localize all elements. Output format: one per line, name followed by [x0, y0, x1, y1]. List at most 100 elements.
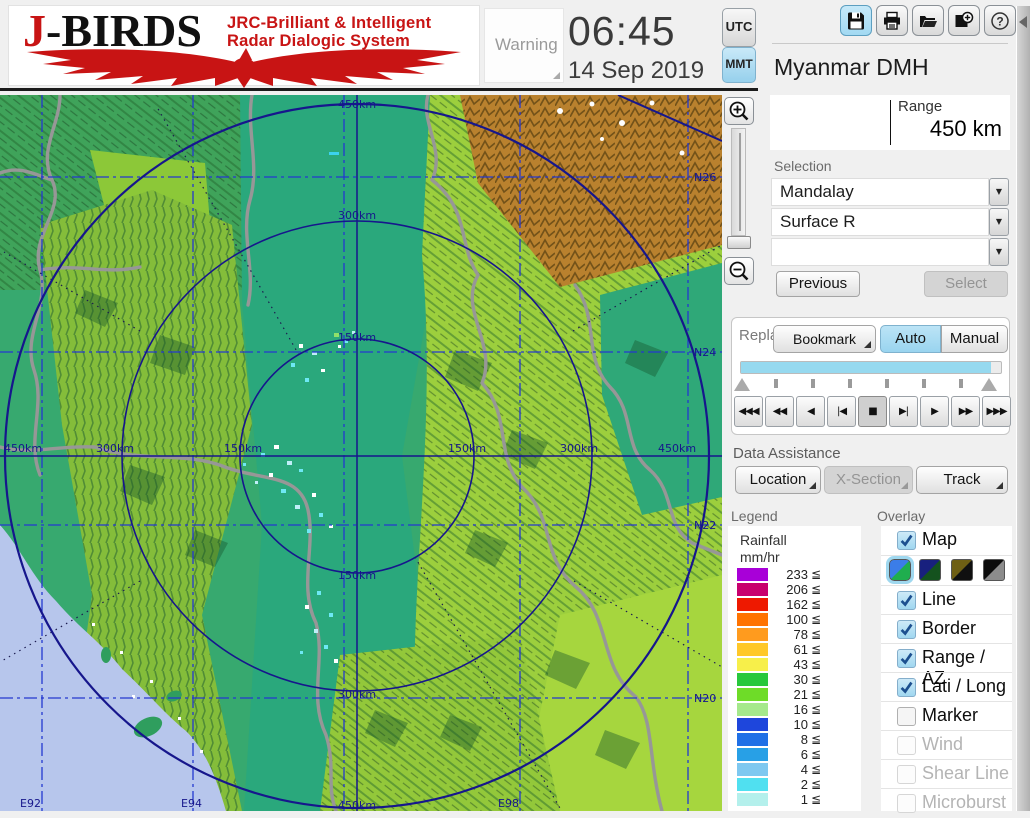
step-forward-button[interactable]: ▶| — [889, 396, 918, 427]
legend-row: 1≦ — [728, 792, 861, 807]
previous-button[interactable]: Previous — [776, 271, 860, 297]
slider-start-marker[interactable] — [734, 378, 750, 391]
legend-row: 43≦ — [728, 657, 861, 672]
track-button[interactable]: Track — [916, 466, 1008, 494]
slider-tick — [774, 379, 778, 388]
legend-title: Rainfall — [740, 532, 787, 548]
location-button[interactable]: Location — [735, 466, 821, 494]
map-style-swatch[interactable] — [889, 559, 911, 581]
auto-button[interactable]: Auto — [880, 325, 941, 353]
color-swatch — [737, 583, 768, 596]
overlay-row-map[interactable]: Map — [881, 526, 1012, 555]
zoom-in-button[interactable] — [724, 97, 754, 125]
legend-row: 61≦ — [728, 642, 861, 657]
rewind-button[interactable]: ◀◀ — [765, 396, 794, 427]
option-combo-arrow[interactable]: ▼ — [989, 238, 1009, 266]
svg-text:150km: 150km — [224, 442, 262, 455]
border-checkbox[interactable] — [897, 620, 916, 639]
xsection-button[interactable]: X-Section — [824, 466, 913, 494]
svg-text:450km: 450km — [338, 98, 376, 111]
svg-text:?: ? — [996, 14, 1003, 28]
slider-end-marker[interactable] — [981, 378, 997, 391]
color-swatch — [737, 778, 768, 791]
header-divider — [0, 88, 758, 91]
replay-slider-fill — [741, 362, 991, 373]
svg-text:300km: 300km — [338, 688, 376, 701]
print-button[interactable] — [876, 5, 908, 36]
clock-time: 06:45 — [568, 8, 676, 55]
range-label: Range — [898, 98, 942, 115]
overlay-row-line[interactable]: Line — [881, 585, 1012, 615]
slider-tick — [811, 379, 815, 388]
rewind-fast-button[interactable]: ◀◀◀ — [734, 396, 763, 427]
legend-row: 16≦ — [728, 702, 861, 717]
overlay-row-border[interactable]: Border — [881, 614, 1012, 644]
slider-tick — [922, 379, 926, 388]
open-button[interactable] — [912, 5, 944, 36]
product-combo[interactable]: Surface R — [771, 208, 989, 236]
svg-text:150km: 150km — [448, 442, 486, 455]
line-checkbox[interactable] — [897, 591, 916, 610]
color-swatch — [737, 793, 768, 806]
radar-map[interactable]: 450km 300km 150km 150km 300km 450km 450k… — [0, 95, 722, 811]
replay-slider[interactable] — [740, 361, 1002, 374]
image-add-button[interactable] — [948, 5, 980, 36]
zoom-slider-handle[interactable] — [727, 236, 751, 249]
color-swatch — [737, 763, 768, 776]
map-style-swatch[interactable] — [919, 559, 941, 581]
site-combo-arrow[interactable]: ▼ — [989, 178, 1009, 206]
color-swatch — [737, 658, 768, 671]
range-az-checkbox[interactable] — [897, 649, 916, 668]
station-name: Myanmar DMH — [774, 54, 929, 81]
help-button[interactable]: ? — [984, 5, 1016, 36]
stop-button[interactable]: ■ — [858, 396, 887, 427]
panel-splitter[interactable] — [1016, 6, 1030, 811]
range-value: 450 km — [890, 116, 1002, 142]
zoom-slider[interactable] — [731, 128, 746, 236]
overlay-row-range-az[interactable]: Range / AZ — [881, 643, 1012, 673]
color-swatch — [737, 643, 768, 656]
jbirds-app: { "header": { "logo": {"brand_j": "J", "… — [0, 0, 1030, 811]
site-combo[interactable]: Mandalay — [771, 178, 989, 206]
map-checkbox[interactable] — [897, 531, 916, 550]
manual-button[interactable]: Manual — [941, 325, 1008, 353]
save-button[interactable] — [840, 5, 872, 36]
warning-panel[interactable]: Warning — [484, 8, 564, 83]
panel-separator — [772, 43, 1008, 44]
select-button[interactable]: Select — [924, 271, 1008, 297]
check-icon — [898, 650, 915, 667]
lati-long-checkbox[interactable] — [897, 678, 916, 697]
step-back-button[interactable]: |◀ — [827, 396, 856, 427]
microburst-checkbox — [897, 794, 916, 813]
forward-button[interactable]: ▶▶ — [951, 396, 980, 427]
zoom-out-button[interactable] — [724, 257, 754, 285]
map-style-swatch[interactable] — [983, 559, 1005, 581]
jbirds-logo: J-BIRDS JRC-Brilliant & Intelligent Rada… — [8, 5, 480, 86]
legend-row: 206≦ — [728, 582, 861, 597]
bookmark-button[interactable]: Bookmark — [773, 325, 876, 353]
legend-label: Legend — [731, 508, 778, 524]
option-combo[interactable] — [771, 238, 989, 266]
zoom-slider-groove — [739, 133, 741, 231]
map-style-swatch[interactable] — [951, 559, 973, 581]
print-icon — [882, 11, 902, 31]
color-swatch — [737, 628, 768, 641]
svg-text:450km: 450km — [658, 442, 696, 455]
utc-button[interactable]: UTC — [722, 8, 756, 47]
forward-fast-button[interactable]: ▶▶▶ — [982, 396, 1011, 427]
mmt-button[interactable]: MMT — [722, 47, 756, 83]
play-back-button[interactable]: ◀ — [796, 396, 825, 427]
legend-row: 30≦ — [728, 672, 861, 687]
play-button[interactable]: ▶ — [920, 396, 949, 427]
collapse-arrow-icon[interactable] — [1019, 16, 1027, 28]
color-swatch — [737, 733, 768, 746]
legend-row: 4≦ — [728, 762, 861, 777]
product-combo-arrow[interactable]: ▼ — [989, 208, 1009, 236]
svg-text:150km: 150km — [338, 569, 376, 582]
marker-checkbox[interactable] — [897, 707, 916, 726]
overlay-row-marker[interactable]: Marker — [881, 701, 1012, 731]
image-add-icon — [954, 11, 974, 31]
warning-grip-icon — [553, 72, 560, 79]
legend-row: 162≦ — [728, 597, 861, 612]
overlay-row-lati-long[interactable]: Lati / Long — [881, 672, 1012, 702]
